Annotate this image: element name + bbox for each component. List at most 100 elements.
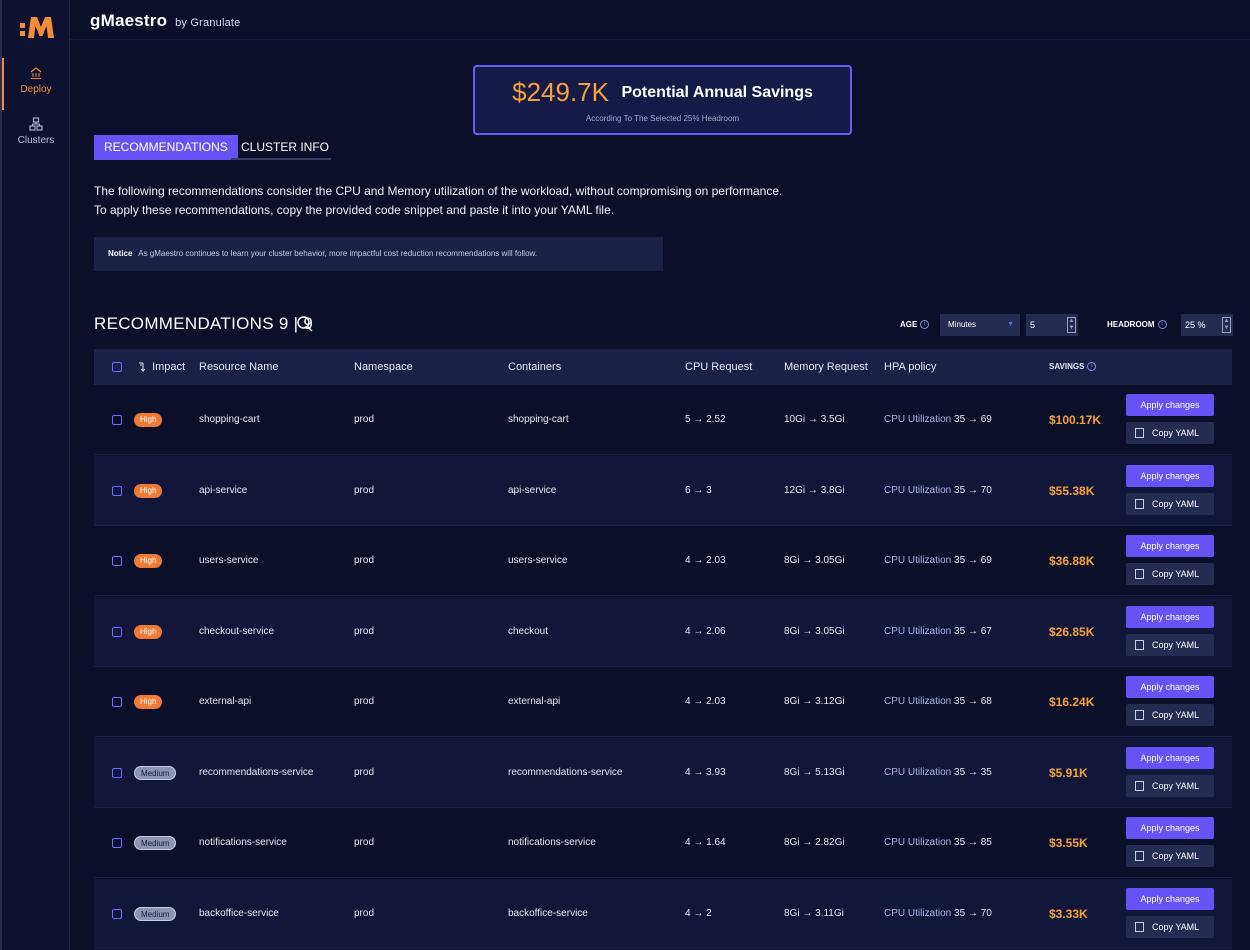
row-checkbox[interactable] <box>112 767 122 778</box>
arrow-right-icon: → <box>807 484 818 496</box>
copy-icon <box>1135 710 1144 720</box>
age-unit-select[interactable]: Minutes ▼ <box>940 314 1020 336</box>
copy-yaml-button[interactable]: Copy YAML <box>1126 492 1214 515</box>
containers: backoffice-service <box>508 907 588 919</box>
containers: notifications-service <box>508 837 596 848</box>
arrow-right-icon: → <box>967 625 978 637</box>
arrow-right-icon: → <box>807 414 818 425</box>
arrow-right-icon: → <box>967 766 978 778</box>
arrow-right-icon: → <box>967 555 978 566</box>
containers: api-service <box>508 484 557 496</box>
info-icon[interactable]: i <box>1087 362 1097 372</box>
sidebar-item-clusters[interactable]: Clusters <box>2 117 70 146</box>
row-checkbox[interactable] <box>112 838 122 848</box>
copy-yaml-button[interactable]: Copy YAML <box>1126 704 1214 726</box>
search-icon[interactable] <box>296 315 314 333</box>
description-line-2: To apply these recommendations, copy the… <box>94 203 615 217</box>
description-line-1: The following recommendations consider t… <box>94 184 783 198</box>
apply-changes-button[interactable]: Apply changes <box>1126 464 1214 487</box>
containers: recommendations-service <box>508 766 623 778</box>
brand: gMaestro by Granulate <box>90 11 241 31</box>
resource-name: checkout-service <box>199 625 275 637</box>
row-checkbox[interactable] <box>112 556 122 566</box>
cpu-request: 4 → 2.03 <box>685 555 726 566</box>
namespace: prod <box>354 837 375 848</box>
select-all-checkbox[interactable] <box>112 362 122 372</box>
tab-recommendations[interactable]: RECOMMENDATIONS <box>94 135 238 160</box>
copy-yaml-button[interactable]: Copy YAML <box>1126 563 1214 585</box>
gmaestro-logo[interactable] <box>20 14 54 40</box>
cpu-request: 4 → 2.06 <box>685 625 726 637</box>
arrow-right-icon: → <box>967 696 978 707</box>
apply-changes-button[interactable]: Apply changes <box>1126 394 1214 416</box>
apply-changes-button[interactable]: Apply changes <box>1126 605 1214 628</box>
notice-text: As gMaestro continues to learn your clus… <box>138 249 538 258</box>
row-checkbox[interactable] <box>112 485 122 496</box>
row-checkbox[interactable] <box>112 626 122 637</box>
savings-subtitle: According To The Selected 25% Headroom <box>585 114 740 123</box>
apply-changes-button[interactable]: Apply changes <box>1126 535 1214 557</box>
savings-value: $26.85K <box>1049 624 1095 639</box>
resource-name: users-service <box>199 555 259 566</box>
resource-name: backoffice-service <box>199 907 279 919</box>
stepper-icon[interactable]: ▲ ▼ <box>1067 317 1076 333</box>
copy-yaml-button[interactable]: Copy YAML <box>1126 422 1214 444</box>
memory-request: 8Gi → 5.13Gi <box>784 766 845 778</box>
info-icon[interactable]: i <box>920 320 930 330</box>
hpa-policy: CPU Utilization 35 → 70 <box>884 484 992 496</box>
copy-icon <box>1135 921 1144 932</box>
copy-yaml-button[interactable]: Copy YAML <box>1126 915 1214 938</box>
headroom-input[interactable]: 25 % ▲ ▼ <box>1181 314 1233 336</box>
copy-yaml-button[interactable]: Copy YAML <box>1126 774 1214 797</box>
copy-icon <box>1135 851 1144 861</box>
hpa-policy: CPU Utilization 35 → 35 <box>884 766 992 778</box>
sidebar-item-label: Clusters <box>17 135 55 146</box>
brand-subtitle: by Granulate <box>175 17 241 29</box>
copy-yaml-button[interactable]: Copy YAML <box>1126 633 1214 656</box>
apply-changes-button[interactable]: Apply changes <box>1126 676 1214 698</box>
savings-value: $3.33K <box>1049 906 1088 921</box>
savings-title: Potential Annual Savings <box>621 83 813 101</box>
stepper-icon[interactable]: ▲ ▼ <box>1222 317 1231 333</box>
arrow-right-icon: → <box>693 625 704 637</box>
header-cpu-request: CPU Request <box>685 361 753 373</box>
copy-yaml-button[interactable]: Copy YAML <box>1126 845 1214 867</box>
cpu-request: 4 → 1.64 <box>685 837 726 848</box>
sidebar-item-label: Deploy <box>20 84 52 95</box>
tab-cluster-info[interactable]: CLUSTER INFO <box>231 135 331 160</box>
apply-changes-button[interactable]: Apply changes <box>1126 887 1214 910</box>
table-row: Medium backoffice-service prod backoffic… <box>94 878 1232 949</box>
description: The following recommendations consider t… <box>94 182 782 220</box>
table-row: High external-api prod external-api 4 → … <box>94 667 1232 737</box>
hpa-policy: CPU Utilization 35 → 67 <box>884 625 992 637</box>
copy-icon <box>1135 498 1144 509</box>
namespace: prod <box>354 907 375 919</box>
table-row: Medium notifications-service prod notifi… <box>94 808 1232 878</box>
impact-badge: High <box>134 695 163 709</box>
info-icon[interactable]: i <box>1157 320 1167 330</box>
cpu-request: 4 → 2.03 <box>685 696 726 707</box>
brand-name: gMaestro <box>90 11 168 30</box>
cpu-request: 4 → 3.93 <box>685 766 726 778</box>
arrow-right-icon: → <box>693 766 704 778</box>
savings-value: $16.24K <box>1049 695 1095 709</box>
resource-name: api-service <box>199 484 248 496</box>
row-checkbox[interactable] <box>112 415 122 425</box>
age-value-input[interactable]: 5 ▲ ▼ <box>1026 314 1078 336</box>
header-hpa-policy: HPA policy <box>884 361 937 373</box>
impact-badge: High <box>134 624 163 639</box>
header-impact[interactable]: Impact <box>137 349 185 385</box>
hpa-policy: CPU Utilization 35 → 69 <box>884 555 992 566</box>
apply-changes-button[interactable]: Apply changes <box>1126 817 1214 839</box>
memory-request: 8Gi → 2.82Gi <box>784 837 845 848</box>
impact-badge: High <box>134 413 163 427</box>
apply-changes-button[interactable]: Apply changes <box>1126 746 1214 769</box>
impact-badge: High <box>134 554 163 568</box>
row-checkbox[interactable] <box>112 908 122 919</box>
header-resource-name: Resource Name <box>199 361 279 373</box>
arrow-right-icon: → <box>802 555 813 566</box>
copy-icon <box>1135 780 1144 791</box>
sidebar-item-deploy[interactable]: Deploy <box>2 58 70 110</box>
memory-request: 8Gi → 3.11Gi <box>784 907 844 919</box>
row-checkbox[interactable] <box>112 697 122 707</box>
